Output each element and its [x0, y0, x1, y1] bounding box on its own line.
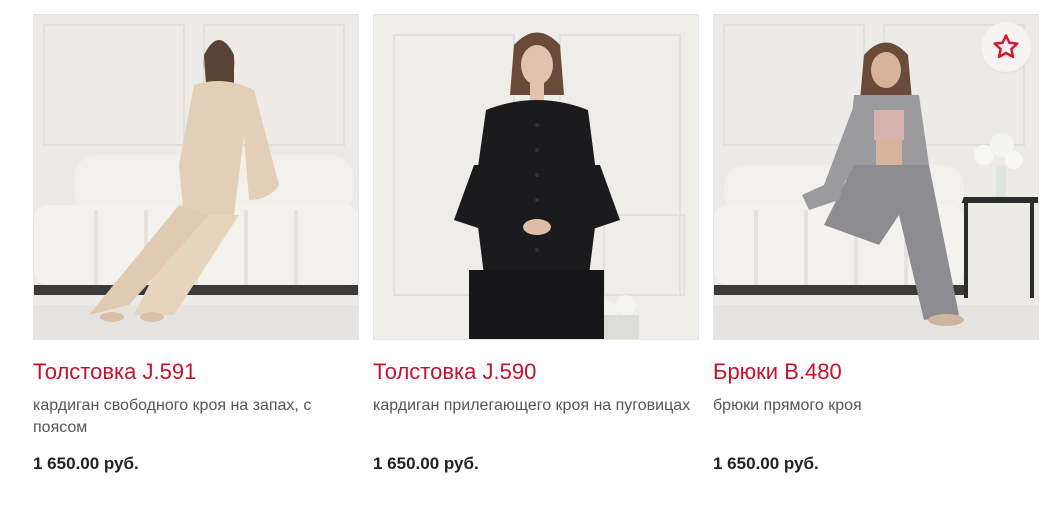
product-card[interactable]: Толстовка J.591 кардиган свободного кроя… — [33, 14, 359, 475]
product-description: брюки прямого кроя — [713, 397, 862, 414]
star-outline-icon — [993, 34, 1019, 59]
product-title[interactable]: Толстовка J.591 — [33, 358, 359, 386]
product-title[interactable]: Толстовка J.590 — [373, 358, 699, 386]
favorite-button[interactable] — [981, 22, 1031, 72]
product-price: 1 650.00 руб. — [373, 454, 479, 473]
product-description: кардиган прилегающего кроя на пуговицах — [373, 397, 691, 414]
product-photo[interactable] — [33, 14, 359, 340]
product-description: кардиган свободного кроя на запах, с поя… — [33, 397, 312, 436]
product-grid: Толстовка J.591 кардиган свободного кроя… — [33, 14, 1039, 475]
product-photo[interactable] — [373, 14, 699, 340]
product-card[interactable]: Толстовка J.590 кардиган прилегающего кр… — [373, 14, 699, 475]
woman-black-cardigan-photo-image — [374, 15, 698, 339]
woman-beige-cardigan-photo-image — [34, 15, 358, 339]
product-price: 1 650.00 руб. — [33, 454, 139, 473]
product-title[interactable]: Брюки B.480 — [713, 358, 1039, 386]
product-card[interactable]: Брюки B.480 брюки прямого кроя 1 650.00 … — [713, 14, 1039, 475]
product-price: 1 650.00 руб. — [713, 454, 819, 473]
